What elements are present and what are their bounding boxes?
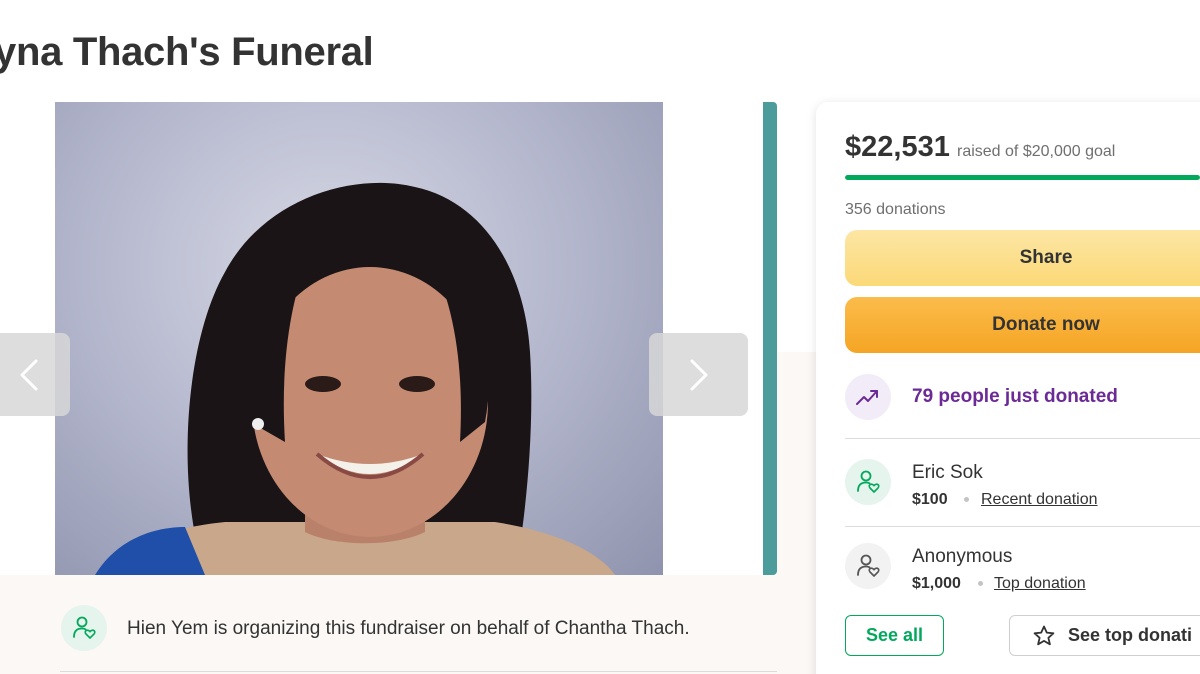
- donor-amount: $1,000: [912, 575, 961, 592]
- organizer-divider: [60, 671, 777, 672]
- star-icon: [1033, 625, 1055, 645]
- progress-bar: [845, 175, 1200, 180]
- donation-count: 356 donations: [845, 201, 946, 218]
- donor-avatar: [845, 459, 891, 505]
- hero-edge-accent: [763, 102, 777, 575]
- see-all-button[interactable]: See all: [845, 615, 944, 656]
- separator-dot: [964, 497, 969, 502]
- progress-fill: [845, 175, 1200, 180]
- separator-dot: [978, 581, 983, 586]
- recent-donation-link[interactable]: Recent donation: [981, 491, 1098, 509]
- trending-badge: [845, 374, 891, 420]
- raised-amount: $22,531: [845, 131, 950, 163]
- heart-user-icon: [857, 554, 880, 577]
- top-donation-link[interactable]: Top donation: [994, 575, 1086, 593]
- chevron-right-icon: [690, 359, 707, 390]
- heart-user-icon: [857, 470, 880, 493]
- donor-amount: $100: [912, 491, 948, 508]
- carousel-prev-button[interactable]: [0, 333, 70, 416]
- donate-now-button[interactable]: Donate now: [845, 297, 1200, 353]
- donate-button-label: Donate now: [992, 314, 1100, 335]
- chevron-left-icon: [20, 359, 38, 390]
- donor-name: Anonymous: [912, 546, 1013, 567]
- organizer-text: Hien Yem is organizing this fundraiser o…: [127, 618, 690, 639]
- heart-user-icon: [73, 616, 96, 639]
- card-divider: [845, 526, 1200, 527]
- see-top-donations-button[interactable]: See top donati: [1009, 615, 1200, 656]
- card-divider: [845, 438, 1200, 439]
- trending-up-icon: [856, 390, 878, 405]
- share-button-label: Share: [1019, 247, 1073, 268]
- trending-text: 79 people just donated: [912, 386, 1118, 407]
- donor-name: Eric Sok: [912, 462, 983, 483]
- donor-avatar: [845, 543, 891, 589]
- see-top-donations-label: See top donati: [1068, 625, 1193, 645]
- share-button[interactable]: Share: [845, 230, 1200, 286]
- raised-goal-text: raised of $20,000 goal: [957, 143, 1116, 160]
- hero-photo: [55, 102, 663, 575]
- page-title: yna Thach's Funeral: [0, 30, 374, 74]
- carousel-next-button[interactable]: [649, 333, 748, 416]
- organizer-avatar: [61, 605, 107, 651]
